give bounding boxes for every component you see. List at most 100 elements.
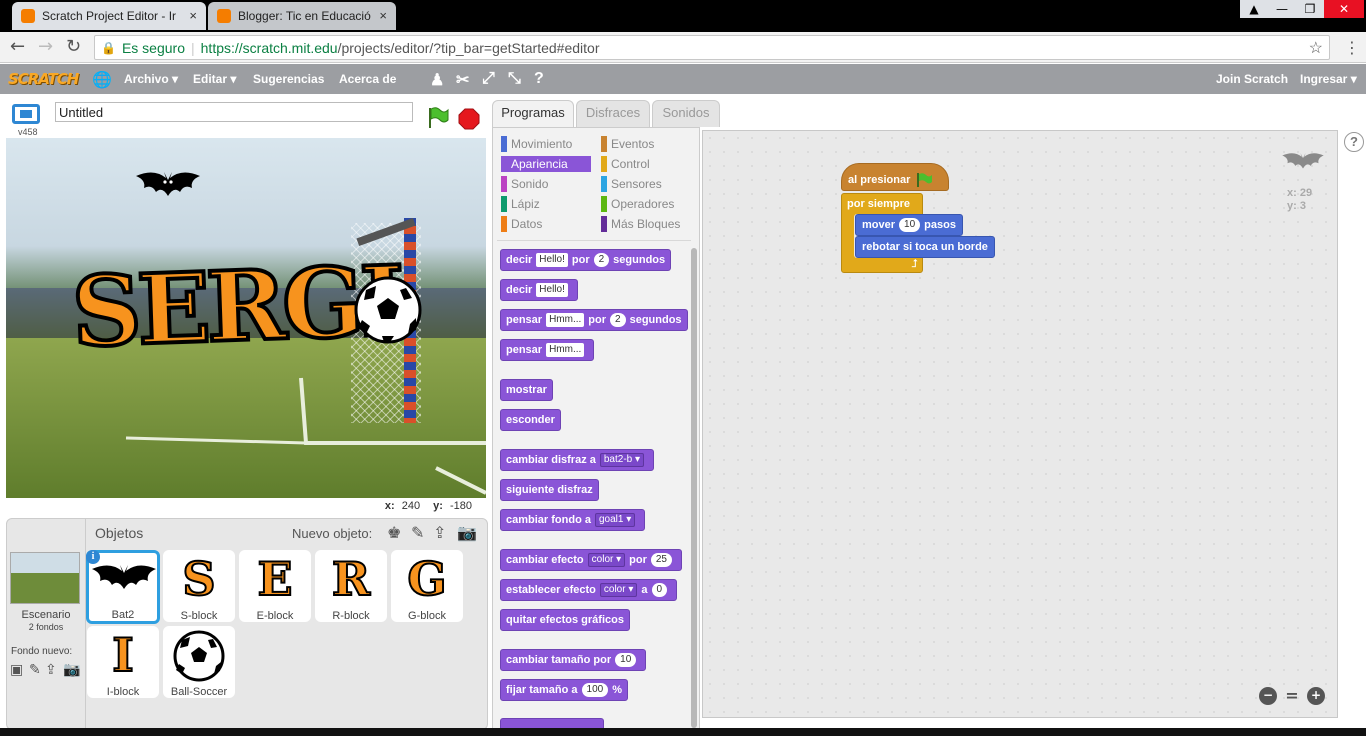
block-change-effect[interactable]: cambiar efecto color ▾ por 25 [500, 549, 682, 571]
block-change-size[interactable]: cambiar tamaño por 10 [500, 649, 647, 671]
sprite-thumb-g-block[interactable]: G G-block [391, 550, 463, 622]
shrink-icon[interactable]: ⤡ [508, 70, 521, 88]
category-lápiz[interactable]: Lápiz [501, 196, 591, 212]
grow-icon[interactable]: ⤢ [482, 70, 495, 88]
stage-canvas[interactable]: SERGI [6, 138, 486, 498]
sprite-thumb-ball-soccer[interactable]: Ball-Soccer [163, 626, 235, 698]
block-switch-costume[interactable]: cambiar disfraz a bat2-b ▾ [500, 449, 655, 471]
tab-sonidos[interactable]: Sonidos [652, 100, 720, 127]
block-next-costume[interactable]: siguiente disfraz [500, 479, 599, 501]
back-arrow-icon[interactable]: ← [10, 36, 25, 57]
paint-brush-icon[interactable]: ✎ [411, 523, 424, 542]
block-number[interactable]: 25 [650, 553, 672, 567]
upload-icon[interactable]: ⇪ [433, 523, 446, 542]
block-switch-backdrop[interactable]: cambiar fondo a goal1 ▾ [500, 509, 646, 531]
category-movimiento[interactable]: Movimiento [501, 136, 591, 152]
sprite-thumb-e-block[interactable]: E E-block [239, 550, 311, 622]
help-tips-button[interactable]: ? [1344, 132, 1364, 152]
block-number[interactable]: 0 [651, 583, 668, 597]
sprite-thumb-bat2[interactable]: i Bat2 [86, 550, 160, 624]
chrome-menu-icon[interactable]: ⋮ [1344, 38, 1360, 57]
block-number[interactable]: 10 [615, 653, 637, 667]
restore-icon[interactable]: ❐ [1296, 0, 1324, 18]
block-input[interactable]: Hmm... [546, 343, 585, 357]
category-sensores[interactable]: Sensores [601, 176, 691, 192]
category-apariencia[interactable]: Apariencia [501, 156, 591, 172]
tab-blogger[interactable]: Blogger: Tic en Educació × [208, 2, 396, 30]
sprite-thumb-s-block[interactable]: S S-block [163, 550, 235, 622]
move-steps-block[interactable]: mover 10 pasos [855, 214, 963, 236]
block-number[interactable]: 2 [610, 313, 626, 327]
close-tab-icon[interactable]: × [379, 8, 387, 23]
backdrop-library-icon[interactable]: ▣ [10, 662, 23, 678]
close-window-icon[interactable]: ✕ [1324, 0, 1364, 18]
menu-editar[interactable]: Editar ▾ [193, 72, 236, 86]
minimize-icon[interactable]: — [1268, 0, 1296, 18]
block-think[interactable]: pensar Hmm... [500, 339, 595, 361]
camera-icon[interactable]: 📷 [457, 523, 477, 542]
block-input[interactable]: Hello! [536, 283, 568, 297]
effect-dropdown[interactable]: color ▾ [587, 553, 626, 567]
language-globe-icon[interactable]: 🌐 [92, 70, 112, 90]
tab-scratch-editor[interactable]: Scratch Project Editor - Ir × [12, 2, 206, 30]
category-operadores[interactable]: Operadores [601, 196, 691, 212]
bookmark-star-icon[interactable]: ☆ [1309, 38, 1323, 58]
menu-sugerencias[interactable]: Sugerencias [253, 72, 324, 86]
palette-scrollbar[interactable] [691, 248, 697, 728]
tab-disfraces[interactable]: Disfraces [576, 100, 650, 127]
help-question-icon[interactable]: ? [534, 70, 544, 88]
reload-icon[interactable]: ↻ [66, 36, 81, 57]
block-set-effect[interactable]: establecer efecto color ▾ a 0 [500, 579, 678, 601]
green-flag-icon[interactable] [426, 106, 450, 130]
block-number[interactable]: 2 [593, 253, 610, 267]
block-say-for-secs[interactable]: decir Hello! por 2 segundos [500, 249, 672, 271]
menu-archivo[interactable]: Archivo ▾ [124, 72, 178, 86]
category-eventos[interactable]: Eventos [601, 136, 691, 152]
steps-input[interactable]: 10 [899, 218, 921, 232]
sprite-thumb-r-block[interactable]: R R-block [315, 550, 387, 622]
delete-scissors-icon[interactable]: ✂ [456, 70, 469, 90]
block-input[interactable]: Hello! [536, 253, 568, 267]
scripts-area[interactable]: al presionar por siempre ⮥ mover 10 paso… [702, 130, 1338, 718]
project-title-input[interactable] [55, 102, 413, 122]
block-set-size[interactable]: fijar tamaño a 100 % [500, 679, 628, 701]
zoom-in-icon[interactable]: + [1307, 687, 1325, 705]
tab-programas[interactable]: Programas [492, 100, 574, 128]
sprite-library-icon[interactable]: ♚ [387, 523, 401, 542]
zoom-reset-icon[interactable]: = [1283, 687, 1301, 705]
bounce-edge-block[interactable]: rebotar si toca un borde [855, 236, 995, 258]
join-scratch-link[interactable]: Join Scratch [1216, 72, 1288, 86]
duplicate-stamp-icon[interactable]: ♟ [430, 70, 444, 90]
block-show[interactable]: mostrar [500, 379, 553, 401]
fullscreen-icon[interactable] [12, 104, 40, 124]
login-link[interactable]: Ingresar ▾ [1300, 72, 1357, 86]
url-field[interactable]: 🔒 Es seguro | https://scratch.mit.edu /p… [94, 35, 1330, 60]
stop-sign-icon[interactable] [458, 108, 480, 130]
paint-backdrop-icon[interactable]: ✎ [29, 662, 41, 678]
category-más-bloques[interactable]: Más Bloques [601, 216, 691, 232]
costume-dropdown[interactable]: bat2-b ▾ [599, 453, 645, 467]
scratch-logo[interactable]: SCRATCH [8, 70, 79, 88]
category-control[interactable]: Control [601, 156, 691, 172]
menu-acerca-de[interactable]: Acerca de [339, 72, 396, 86]
block-say[interactable]: decir Hello! [500, 279, 578, 301]
block-number[interactable]: 100 [581, 683, 609, 697]
category-sonido[interactable]: Sonido [501, 176, 591, 192]
block-clear-effects[interactable]: quitar efectos gráficos [500, 609, 630, 631]
stage-thumbnail[interactable] [10, 552, 80, 604]
effect-dropdown[interactable]: color ▾ [599, 583, 638, 597]
block-think-for-secs[interactable]: pensar Hmm... por 2 segundos [500, 309, 688, 331]
block-hide[interactable]: esconder [500, 409, 561, 431]
soccer-ball-sprite[interactable] [354, 276, 422, 344]
block-input[interactable]: Hmm... [546, 313, 585, 327]
camera-backdrop-icon[interactable]: 📷 [63, 662, 80, 678]
bat-sprite[interactable] [134, 166, 202, 206]
upload-backdrop-icon[interactable]: ⇪ [45, 662, 57, 678]
zoom-out-icon[interactable]: − [1259, 687, 1277, 705]
forward-arrow-icon[interactable]: → [38, 36, 53, 57]
when-flag-clicked-block[interactable]: al presionar [841, 163, 949, 191]
profile-icon[interactable]: ▲ [1240, 0, 1268, 18]
backdrop-dropdown[interactable]: goal1 ▾ [594, 513, 636, 527]
close-tab-icon[interactable]: × [189, 8, 197, 23]
category-datos[interactable]: Datos [501, 216, 591, 232]
